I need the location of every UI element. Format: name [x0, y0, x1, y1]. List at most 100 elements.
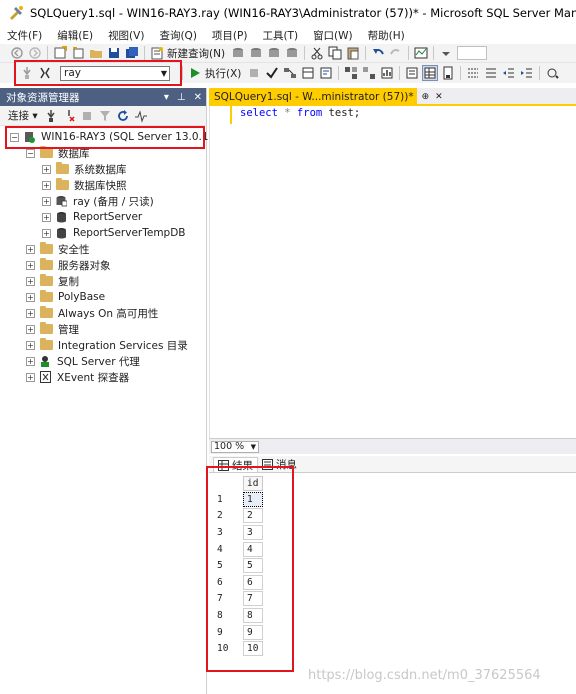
table-row[interactable]: 88 — [213, 607, 263, 624]
undo-icon[interactable] — [371, 46, 385, 60]
table-row[interactable]: 77 — [213, 591, 263, 608]
expand-icon[interactable]: + — [26, 292, 35, 302]
expand-icon[interactable]: + — [26, 308, 35, 318]
table-row[interactable]: 33 — [213, 524, 263, 541]
open-folder-icon[interactable] — [89, 46, 103, 60]
menu-project[interactable]: 项目(P) — [205, 28, 256, 43]
add-item-icon[interactable] — [71, 46, 85, 60]
expand-icon[interactable]: + — [26, 276, 35, 286]
grid-cell[interactable]: 4 — [243, 541, 263, 557]
results-grid[interactable]: id 11 22 33 44 55 66 77 88 99 10 10 — [209, 473, 576, 694]
include-plan-icon[interactable] — [344, 66, 358, 80]
grid-cell[interactable]: 9 — [243, 624, 263, 640]
table-row[interactable]: 99 — [213, 624, 263, 641]
paste-icon[interactable] — [346, 46, 360, 60]
collapse-icon[interactable]: − — [10, 132, 19, 142]
live-stats-icon[interactable] — [362, 66, 376, 80]
disconnect-icon[interactable] — [62, 109, 76, 123]
query-designer-icon[interactable] — [301, 66, 315, 80]
table-row[interactable]: 44 — [213, 541, 263, 558]
grid-cell[interactable]: 2 — [243, 508, 263, 524]
table-row[interactable]: 55 — [213, 557, 263, 574]
stop-icon[interactable] — [247, 66, 261, 80]
increase-indent-icon[interactable] — [520, 66, 534, 80]
intellisense-icon[interactable] — [319, 66, 333, 80]
menu-tools[interactable]: 工具(T) — [255, 28, 306, 43]
tree-item-security[interactable]: + 安全性 — [26, 241, 90, 257]
grid-cell[interactable]: 8 — [243, 607, 263, 623]
tree-item-server-objects[interactable]: + 服务器对象 — [26, 257, 111, 273]
expand-icon[interactable]: + — [26, 260, 35, 270]
client-stats-icon[interactable] — [380, 66, 394, 80]
uncomment-icon[interactable] — [484, 66, 498, 80]
results-to-grid-icon[interactable] — [422, 65, 439, 81]
expand-icon[interactable]: + — [26, 372, 35, 382]
tree-item-replication[interactable]: + 复制 — [26, 273, 79, 289]
expand-icon[interactable]: + — [26, 356, 35, 366]
xmla-query-icon[interactable] — [267, 46, 281, 60]
zoom-selector[interactable]: 100 % ▼ — [211, 440, 259, 453]
grid-cell[interactable]: 5 — [243, 558, 263, 574]
redo-icon[interactable] — [389, 46, 403, 60]
column-header-id[interactable]: id — [243, 475, 263, 491]
grid-cell[interactable]: 3 — [243, 524, 263, 540]
close-icon[interactable]: ✕ — [194, 92, 202, 103]
menu-window[interactable]: 窗口(W) — [306, 28, 361, 43]
save-icon[interactable] — [107, 46, 121, 60]
expand-icon[interactable]: + — [42, 228, 51, 238]
das-query-icon[interactable] — [285, 46, 299, 60]
grid-cell[interactable]: 6 — [243, 574, 263, 590]
grid-cell[interactable]: 7 — [243, 591, 263, 607]
comment-out-icon[interactable] — [466, 66, 480, 80]
tree-item-polybase[interactable]: + PolyBase — [26, 289, 105, 305]
execute-icon[interactable] — [188, 66, 202, 80]
expand-icon[interactable]: + — [26, 340, 35, 350]
save-all-icon[interactable] — [125, 46, 139, 60]
expand-icon[interactable]: + — [42, 212, 51, 222]
activity-monitor-icon[interactable] — [134, 109, 148, 123]
results-to-text-icon[interactable] — [405, 66, 419, 80]
connect-button[interactable]: 连接 ▾ — [8, 108, 38, 123]
execute-button[interactable]: 执行(X) — [205, 66, 241, 81]
grid-cell[interactable]: 1 — [243, 491, 263, 507]
menu-query[interactable]: 查询(Q) — [152, 28, 204, 43]
dmx-query-icon[interactable] — [249, 46, 263, 60]
pin-icon[interactable]: ⊥ — [177, 92, 186, 103]
menu-help[interactable]: 帮助(H) — [361, 28, 413, 43]
parse-check-icon[interactable] — [265, 66, 279, 80]
tree-item-databases[interactable]: − 数据库 — [26, 145, 90, 161]
expand-icon[interactable]: + — [42, 180, 51, 190]
cut-icon[interactable] — [310, 46, 324, 60]
connect-icon[interactable] — [20, 66, 34, 80]
expand-icon[interactable]: + — [26, 244, 35, 254]
change-connection-icon[interactable] — [38, 66, 52, 80]
table-row[interactable]: 22 — [213, 508, 263, 525]
database-selector[interactable]: ray ▼ — [60, 65, 170, 81]
menu-edit[interactable]: 编辑(E) — [50, 28, 101, 43]
table-row[interactable]: 11 — [213, 491, 263, 508]
mdx-query-icon[interactable] — [231, 46, 245, 60]
expand-icon[interactable]: + — [26, 324, 35, 334]
specify-values-icon[interactable] — [545, 66, 560, 80]
tree-item-integration-services[interactable]: + Integration Services 目录 — [26, 337, 188, 353]
tab-sqlquery1[interactable]: SQLQuery1.sql - W...ministrator (57))* ⊕… — [209, 88, 443, 106]
table-row[interactable]: 66 — [213, 574, 263, 591]
tree-item-system-databases[interactable]: + 系统数据库 — [42, 161, 127, 177]
expand-icon[interactable]: + — [42, 196, 51, 206]
find-box[interactable] — [457, 46, 488, 60]
close-tab-icon[interactable]: ✕ — [435, 92, 443, 102]
dropdown-icon[interactable]: ▾ — [164, 92, 169, 103]
query-editor[interactable]: select * from test; — [209, 106, 576, 438]
decrease-indent-icon[interactable] — [502, 66, 516, 80]
collapse-icon[interactable]: − — [26, 148, 35, 158]
pin-icon[interactable]: ⊕ — [422, 92, 430, 102]
tree-item-reportserver[interactable]: + ReportServer — [42, 209, 142, 225]
new-query-icon[interactable] — [150, 46, 164, 60]
tree-item-reportservertempdb[interactable]: + ReportServerTempDB — [42, 225, 186, 241]
tree-item-ray[interactable]: + ray (备用 / 只读) — [42, 193, 154, 209]
tree-item-xevent-profiler[interactable]: + XEvent 探查器 — [26, 369, 129, 385]
find-combo-icon[interactable] — [439, 46, 453, 60]
results-to-file-icon[interactable] — [441, 66, 455, 80]
tree-item-management[interactable]: + 管理 — [26, 321, 79, 337]
activity-monitor-icon[interactable] — [414, 46, 428, 60]
